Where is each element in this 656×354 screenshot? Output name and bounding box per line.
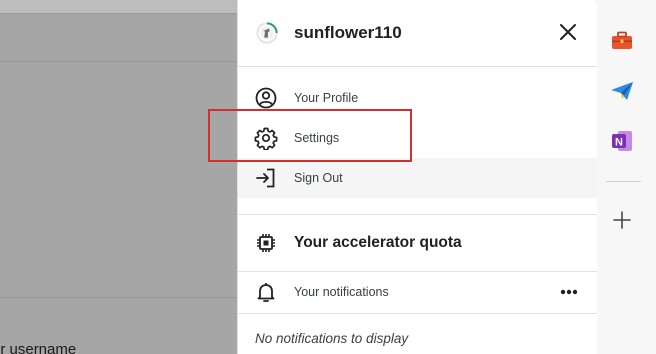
divider — [238, 214, 598, 215]
user-circle-icon — [255, 87, 277, 109]
menu-item-label: Sign Out — [294, 171, 343, 185]
account-username: sunflower110 — [294, 23, 402, 42]
avatar[interactable] — [256, 22, 278, 44]
svg-text:N: N — [615, 137, 623, 149]
account-menu-panel: sunflower110 Your Profile Settings Sign … — [237, 0, 598, 354]
notifications-label: Your notifications — [294, 285, 389, 299]
browser-sidebar: N — [597, 0, 656, 354]
menu-item-sign-out[interactable]: Sign Out — [238, 158, 598, 198]
notifications-header: Your notifications — [238, 272, 598, 312]
menu-item-label: Your Profile — [294, 91, 359, 105]
background-divider — [0, 61, 237, 62]
more-options-icon[interactable] — [556, 280, 582, 304]
plus-icon[interactable] — [609, 207, 635, 233]
toolbox-icon[interactable] — [609, 28, 635, 54]
divider — [238, 313, 598, 314]
onenote-icon[interactable]: N — [609, 128, 635, 154]
notifications-empty-message: No notifications to display — [255, 331, 409, 346]
close-icon[interactable] — [556, 20, 580, 44]
background-username-label: ur username — [0, 341, 77, 354]
paper-plane-icon[interactable] — [609, 78, 635, 104]
accelerator-quota-link[interactable]: Your accelerator quota — [238, 223, 598, 263]
bell-icon — [257, 283, 275, 302]
chip-icon — [257, 234, 275, 252]
account-header: sunflower110 — [238, 0, 598, 66]
accelerator-quota-label: Your accelerator quota — [294, 234, 462, 251]
highlight-box — [208, 109, 412, 162]
background-header — [0, 0, 237, 14]
background-page: ur username — [0, 0, 237, 354]
sign-out-icon — [256, 168, 275, 188]
divider — [238, 66, 598, 67]
sidebar-divider — [606, 181, 641, 182]
background-divider — [0, 297, 237, 298]
